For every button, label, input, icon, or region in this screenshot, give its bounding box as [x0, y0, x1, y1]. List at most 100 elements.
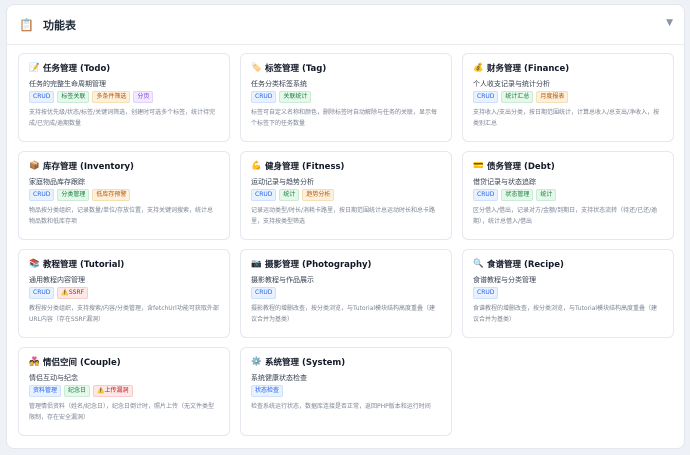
feature-tag: CRUD: [251, 189, 277, 201]
feature-tag: CRUD: [29, 287, 55, 299]
card-title: 📚 教程管理 (Tutorial): [29, 258, 219, 270]
feature-tag: 状态管理: [501, 189, 534, 201]
card-subtitle: 运动记录与趋势分析: [251, 178, 314, 186]
tag-list: CRUD: [473, 287, 663, 299]
panel-header[interactable]: 📋 功能表 ▼: [7, 5, 684, 45]
panel-title: 功能表: [43, 18, 76, 32]
feature-tag: 资料管理: [29, 385, 62, 397]
card-title-text: 任务管理 (Todo): [43, 64, 111, 74]
card-description: 食谱教程的增删改查，按分类浏览，与Tutorial模块结构高度重叠（建议合并为基…: [473, 305, 658, 323]
feature-tag: 低库存预警: [92, 189, 131, 201]
card-title: 📷 摄影管理 (Photography): [251, 258, 441, 270]
tag-list: CRUD 分类管理 低库存预警: [29, 189, 219, 201]
feature-card-recipe[interactable]: 🔍 食谱管理 (Recipe) 食谱教程与分类管理 CRUD 食谱教程的增删改查，按分类…: [462, 249, 674, 338]
feature-tag: CRUD: [473, 91, 499, 103]
feature-tag: 关联统计: [279, 91, 312, 103]
card-title-text: 健身管理 (Fitness): [265, 162, 345, 172]
camera-icon: 📷: [251, 258, 262, 269]
tag-list: 资料管理 纪念日 ⚠️上传漏洞: [29, 385, 219, 397]
card-subtitle: 系统健康状态检查: [251, 374, 307, 382]
card-title-text: 债务管理 (Debt): [487, 162, 555, 172]
card-title-text: 教程管理 (Tutorial): [43, 260, 125, 270]
feature-tag: 分页: [133, 91, 154, 103]
feature-card-tag[interactable]: 🏷️ 标签管理 (Tag) 任务分类标签系统 CRUD 关联统计标签可自定义名称和颜色，…: [240, 53, 452, 142]
feature-tag: CRUD: [473, 189, 499, 201]
feature-tag: CRUD: [29, 91, 55, 103]
gear-icon: ⚙️: [251, 356, 262, 367]
credit-card-icon: 💳: [473, 160, 484, 171]
tag-list: 状态检查: [251, 385, 441, 397]
feature-tag: 分类管理: [57, 189, 90, 201]
clipboard-icon: 📋: [19, 17, 34, 32]
feature-tag: CRUD: [251, 287, 277, 299]
card-subtitle: 摄影教程与作品展示: [251, 276, 314, 284]
feature-grid: 📝 任务管理 (Todo) 任务的完整生命周期管理 CRUD 标签关联 多条件筛选 分页 支持…: [18, 53, 675, 436]
card-title: 📝 任务管理 (Todo): [29, 62, 219, 74]
feature-tag: ⚠️上传漏洞: [93, 385, 133, 397]
card-title: 🔍 食谱管理 (Recipe): [473, 258, 663, 270]
card-title: ⚙️ 系统管理 (System): [251, 356, 441, 368]
feature-card-debt[interactable]: 💳 债务管理 (Debt) 借贷记录与状态追踪 CRUD 状态管理 统计 区分借入/借出，记…: [462, 151, 674, 240]
feature-tag: 趋势分析: [302, 189, 335, 201]
tag-list: CRUD 状态管理 统计: [473, 189, 663, 201]
card-title: 🏷️ 标签管理 (Tag): [251, 62, 441, 74]
card-title-text: 财务管理 (Finance): [487, 64, 570, 74]
card-description: 标签可自定义名称和颜色，删除标签时自动解除与任务的关联，显示每个标签下的任务数量: [251, 109, 438, 127]
card-subtitle: 食谱教程与分类管理: [473, 276, 536, 284]
tag-list: CRUD 标签关联 多条件筛选 分页: [29, 91, 219, 103]
tag-list: CRUD: [251, 287, 441, 299]
tag-list: CRUD 关联统计: [251, 91, 441, 103]
card-subtitle: 情侣互动与纪念: [29, 374, 78, 382]
package-icon: 📦: [29, 160, 40, 171]
feature-card-couple[interactable]: 💑 情侣空间 (Couple) 情侣互动与纪念资料管理 纪念日 ⚠️上传漏洞管理情侣资料…: [18, 347, 230, 436]
card-description: 教程按分类组织，支持搜索/内容/分类管理，含fetchUrl功能可获取外部URL…: [29, 305, 219, 323]
card-description: 支持收入/支出分类，按日期范围统计，计算总收入/总支出/净收入，按类别汇总: [473, 109, 660, 127]
feature-tag: CRUD: [29, 189, 55, 201]
feature-tag: 统计: [279, 189, 300, 201]
flexed-biceps-icon: 💪: [251, 160, 262, 171]
couple-icon: 💑: [29, 356, 40, 367]
feature-tag: ⚠️SSRF: [57, 287, 89, 299]
feature-card-inventory[interactable]: 📦 库存管理 (Inventory) 家庭物品库存跟踪 CRUD 分类管理 低库存预警物品…: [18, 151, 230, 240]
magnifier-icon: 🔍: [473, 258, 484, 269]
card-subtitle: 个人收支记录与统计分析: [473, 80, 550, 88]
tag-list: CRUD ⚠️SSRF: [29, 287, 219, 299]
feature-tag: CRUD: [473, 287, 499, 299]
books-icon: 📚: [29, 258, 40, 269]
feature-card-tutorial[interactable]: 📚 教程管理 (Tutorial) 通用教程内容管理 CRUD ⚠️SSRF 教程按分类组…: [18, 249, 230, 338]
card-title: 💰 财务管理 (Finance): [473, 62, 663, 74]
card-title-text: 库存管理 (Inventory): [43, 162, 134, 172]
memo-icon: 📝: [29, 62, 40, 73]
feature-tag: 月度报表: [536, 91, 569, 103]
feature-tag: 标签关联: [57, 91, 90, 103]
card-title-text: 情侣空间 (Couple): [43, 358, 121, 368]
feature-tag: 统计汇总: [501, 91, 534, 103]
feature-tag: 多条件筛选: [92, 91, 131, 103]
card-subtitle: 任务的完整生命周期管理: [29, 80, 106, 88]
card-subtitle: 借贷记录与状态追踪: [473, 178, 536, 186]
card-subtitle: 任务分类标签系统: [251, 80, 307, 88]
card-title: 💪 健身管理 (Fitness): [251, 160, 441, 172]
chevron-down-icon[interactable]: ▼: [666, 18, 673, 28]
card-subtitle: 家庭物品库存跟踪: [29, 178, 85, 186]
card-description: 检查系统运行状态，数据库连接是否正常，返回PHP版本和运行时间: [251, 403, 431, 410]
feature-card-finance[interactable]: 💰 财务管理 (Finance) 个人收支记录与统计分析 CRUD 统计汇总 月度报表支持…: [462, 53, 674, 142]
feature-card-system[interactable]: ⚙️ 系统管理 (System) 系统健康状态检查状态检查检查系统运行状态，数据库连…: [240, 347, 452, 436]
card-title: 📦 库存管理 (Inventory): [29, 160, 219, 172]
feature-tag: 纪念日: [64, 385, 91, 397]
tag-list: CRUD 统计汇总 月度报表: [473, 91, 663, 103]
card-subtitle: 通用教程内容管理: [29, 276, 85, 284]
card-title-text: 摄影管理 (Photography): [265, 260, 372, 270]
feature-card-photography[interactable]: 📷 摄影管理 (Photography) 摄影教程与作品展示 CRUD 摄影教程的增删改…: [240, 249, 452, 338]
feature-tag: 统计: [536, 189, 557, 201]
card-description: 物品按分类组织，记录数量/单位/存放位置，支持关键词搜索，统计总物品数和低库存项: [29, 207, 214, 225]
label-icon: 🏷️: [251, 62, 262, 73]
feature-card-fitness[interactable]: 💪 健身管理 (Fitness) 运动记录与趋势分析 CRUD 统计 趋势分析 记录运动类型…: [240, 151, 452, 240]
feature-panel: 📋 功能表 ▼ 📝 任务管理 (Todo) 任务的完整生命周期管理 CRUD 标签关联多…: [6, 4, 685, 449]
card-title: 💑 情侣空间 (Couple): [29, 356, 219, 368]
feature-card-todo[interactable]: 📝 任务管理 (Todo) 任务的完整生命周期管理 CRUD 标签关联 多条件筛选 分页 支持…: [18, 53, 230, 142]
money-bag-icon: 💰: [473, 62, 484, 73]
tag-list: CRUD 统计 趋势分析: [251, 189, 441, 201]
card-description: 管理情侣资料（姓名/纪念日），纪念日倒计时，照片上传（无文件类型限制，存在安全漏…: [29, 403, 215, 421]
card-title-text: 标签管理 (Tag): [265, 64, 327, 74]
